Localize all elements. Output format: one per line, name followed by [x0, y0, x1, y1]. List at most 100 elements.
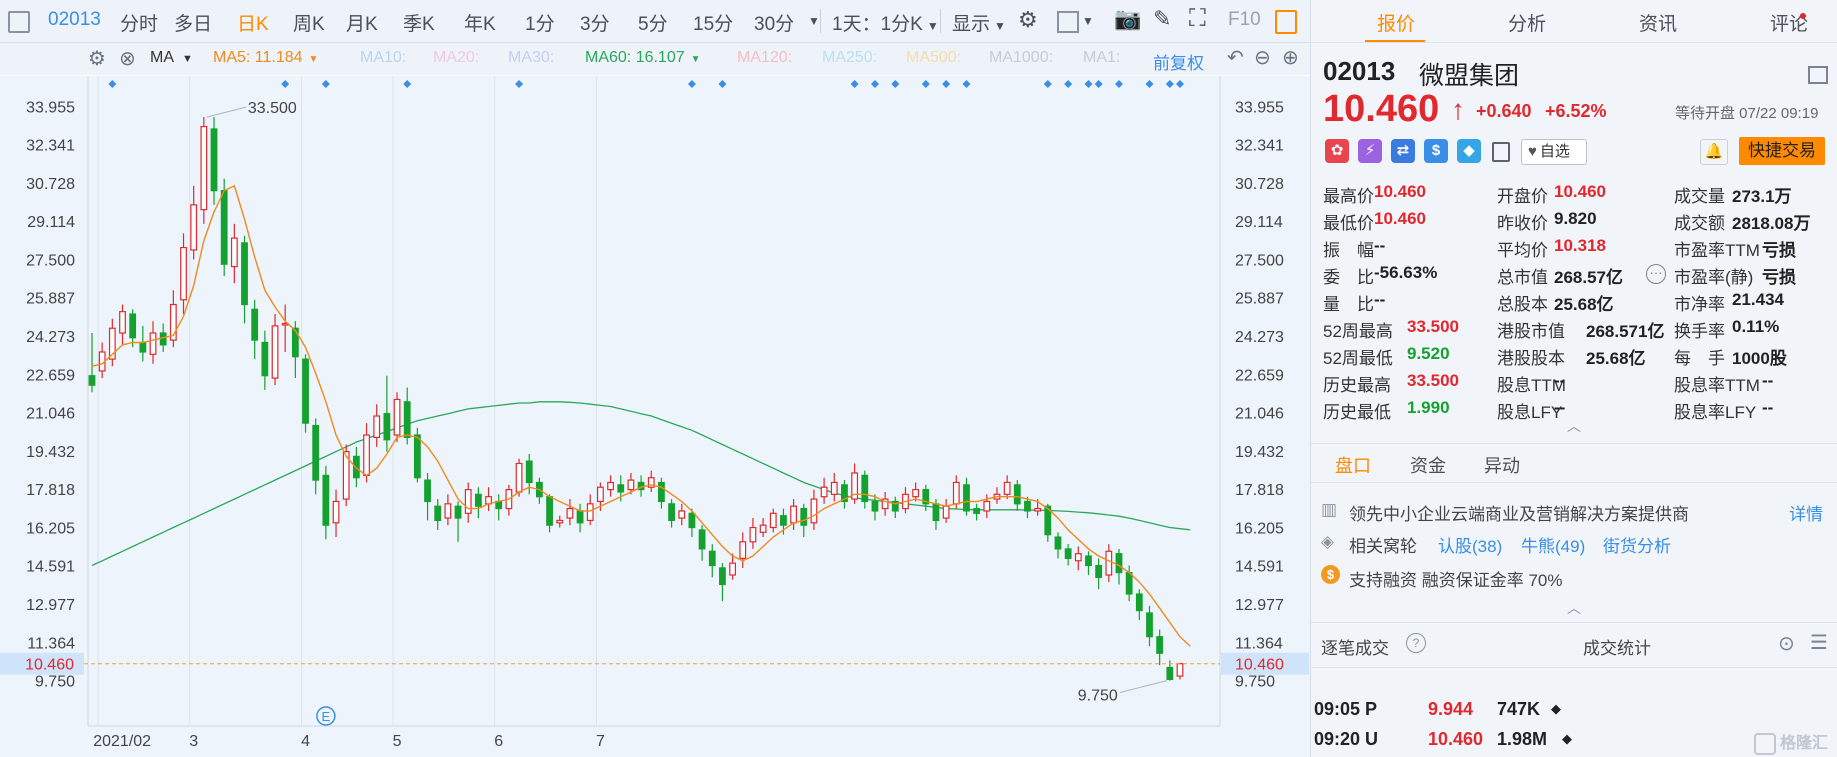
help-icon[interactable]: ?	[1406, 633, 1426, 653]
candle-body[interactable]	[800, 507, 808, 526]
candle-body[interactable]	[251, 308, 259, 341]
candle-body[interactable]	[352, 455, 360, 479]
layout-icon[interactable]	[1808, 66, 1828, 84]
candle-body[interactable]	[1024, 500, 1031, 512]
tag-icon[interactable]: ◆	[1457, 139, 1481, 163]
gear-icon[interactable]: ⚙	[88, 46, 106, 71]
camera-icon[interactable]: 📷	[1114, 6, 1141, 32]
candle-body[interactable]	[271, 325, 279, 379]
candle-body[interactable]	[678, 510, 686, 519]
quick-trade-button[interactable]: 快捷交易	[1739, 137, 1825, 165]
candle-body[interactable]	[139, 341, 147, 353]
sidebar-toggle-icon[interactable]	[8, 11, 30, 33]
candle-body[interactable]	[1013, 484, 1021, 505]
candle-body[interactable]	[1003, 481, 1011, 495]
ma1000-label[interactable]: MA1000:	[989, 49, 1053, 67]
subtab-orderbook[interactable]: 盘口	[1335, 452, 1371, 478]
candle-body[interactable]	[424, 479, 431, 503]
subtab-capital[interactable]: 资金	[1410, 452, 1446, 478]
candle-body[interactable]	[515, 462, 523, 493]
candle-body[interactable]	[1115, 553, 1123, 574]
period-tab-7[interactable]: 1分	[525, 9, 555, 36]
candle-body[interactable]	[413, 434, 421, 479]
event-marker-icon[interactable]	[1064, 80, 1073, 88]
bell-icon[interactable]: 🔔	[1700, 139, 1728, 165]
candle-body[interactable]	[322, 474, 330, 526]
ma10-label[interactable]: MA10:	[360, 49, 406, 67]
candle-body[interactable]	[1054, 536, 1062, 550]
candle-body[interactable]	[963, 484, 970, 512]
event-marker-icon[interactable]	[1094, 80, 1103, 88]
candle-body[interactable]	[149, 332, 157, 355]
tab-analysis[interactable]: 分析	[1508, 9, 1546, 36]
candle-body[interactable]	[1074, 553, 1082, 562]
candlestick-chart[interactable]: 33.955 33.955 32.341 32.341 30.728 30.728 29.1…	[0, 76, 1310, 757]
candle-body[interactable]	[1125, 572, 1133, 595]
event-marker-icon[interactable]	[850, 80, 859, 88]
candle-body[interactable]	[383, 413, 391, 441]
period-tab-0[interactable]: 分时	[120, 9, 158, 36]
hk-flower-icon[interactable]: ✿	[1325, 139, 1349, 163]
candle-body[interactable]	[749, 526, 757, 543]
period-tab-9[interactable]: 5分	[638, 9, 668, 36]
candle-body[interactable]	[729, 562, 736, 576]
event-marker-icon[interactable]	[962, 80, 971, 88]
event-marker-icon[interactable]	[1176, 80, 1184, 88]
candle-body[interactable]	[1095, 564, 1103, 578]
candle-body[interactable]	[708, 550, 716, 567]
undo-icon[interactable]: ↶	[1227, 45, 1244, 70]
event-marker-icon[interactable]	[687, 80, 696, 88]
document-icon[interactable]	[1492, 142, 1510, 162]
candle-body[interactable]	[1146, 612, 1153, 638]
candle-body[interactable]	[942, 505, 950, 519]
candle-body[interactable]	[1176, 663, 1184, 677]
candle-body[interactable]	[912, 488, 920, 498]
candle-body[interactable]	[180, 246, 187, 301]
candle-body[interactable]	[983, 500, 991, 512]
candle-body[interactable]	[119, 311, 126, 334]
flash-icon[interactable]: ⚡	[1358, 139, 1382, 163]
shuffle-icon[interactable]: ⇄	[1391, 139, 1415, 163]
event-marker-icon[interactable]	[891, 80, 900, 88]
street-analysis-link[interactable]: 街货分析	[1603, 532, 1671, 557]
ma120-label[interactable]: MA120:	[737, 49, 792, 67]
event-marker-icon[interactable]	[870, 80, 879, 88]
detail-link[interactable]: 详情	[1789, 500, 1823, 525]
candle-body[interactable]	[210, 128, 218, 192]
event-marker-icon[interactable]	[1084, 80, 1093, 88]
zoom-out-icon[interactable]: ⊖	[1254, 45, 1271, 70]
candle-body[interactable]	[363, 434, 370, 476]
candle-body[interactable]	[1064, 548, 1072, 559]
dollar-icon[interactable]: $	[1424, 139, 1448, 163]
settings-icon[interactable]: ⚙	[1018, 7, 1038, 33]
candle-body[interactable]	[444, 503, 452, 519]
candle-body[interactable]	[576, 510, 584, 524]
bull-bear-link[interactable]: 牛熊(49)	[1521, 532, 1585, 557]
chart-canvas[interactable]: 33.955 33.955 32.341 32.341 30.728 30.728 29.1…	[0, 76, 1310, 757]
candle-body[interactable]	[597, 486, 604, 503]
watchlist-button[interactable]: ♥ 自选	[1521, 139, 1587, 165]
pencil-icon[interactable]: ✎	[1153, 6, 1171, 32]
candle-body[interactable]	[464, 488, 472, 514]
candle-body[interactable]	[617, 484, 625, 493]
candle-body[interactable]	[454, 505, 462, 519]
square-icon[interactable]	[1057, 11, 1079, 33]
panel-toggle-icon[interactable]	[1275, 10, 1297, 34]
event-marker-icon[interactable]	[1114, 80, 1123, 88]
event-marker-icon[interactable]	[1043, 80, 1052, 88]
event-marker-icon[interactable]	[281, 80, 290, 88]
candle-body[interactable]	[830, 481, 838, 495]
subtab-movement[interactable]: 异动	[1484, 452, 1520, 478]
candle-body[interactable]	[780, 515, 787, 526]
candle-body[interactable]	[556, 519, 564, 524]
candle-body[interactable]	[932, 503, 940, 522]
candle-body[interactable]	[719, 567, 726, 586]
candle-body[interactable]	[769, 512, 777, 529]
candle-body[interactable]	[1156, 636, 1164, 654]
period-tab-8[interactable]: 3分	[580, 9, 610, 36]
candle-body[interactable]	[810, 498, 818, 524]
ma500-label[interactable]: MA500:	[906, 49, 961, 67]
candle-body[interactable]	[332, 500, 340, 524]
list-icon[interactable]: ☰	[1810, 630, 1828, 655]
period-tab-3[interactable]: 周K	[293, 9, 325, 36]
